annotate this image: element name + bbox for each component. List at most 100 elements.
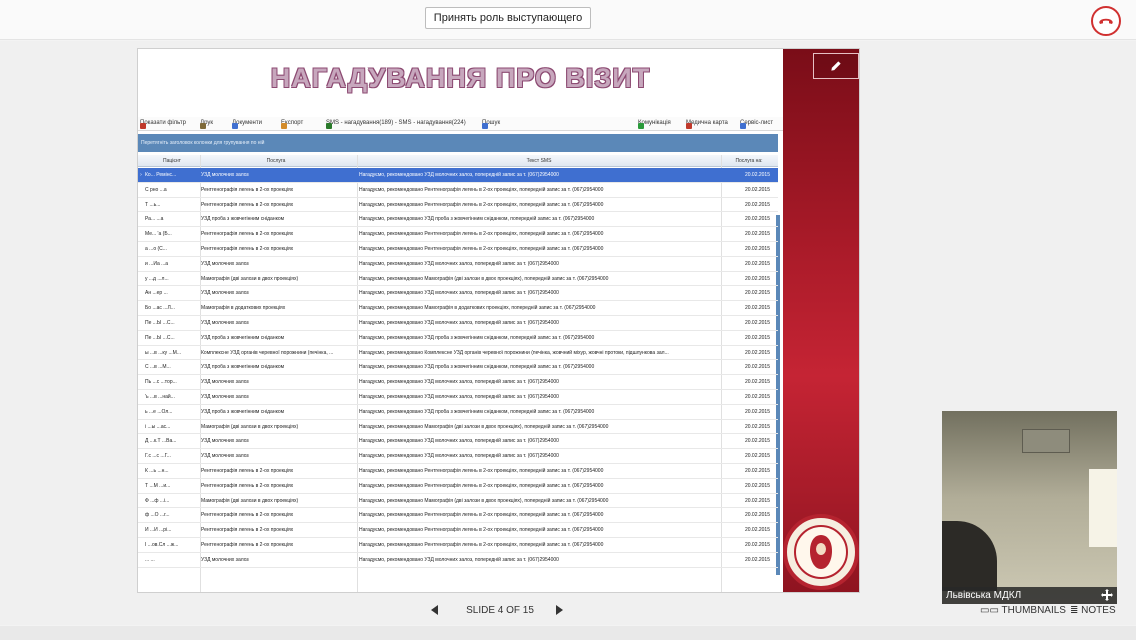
cell-sms-text: Нагадуємо, рекомендовано Рентгенографія … [359,542,604,548]
cell-service: Мамографія (дві залози в двох проекціях) [201,423,299,430]
cell-service: УЗД молочних залоз [201,260,249,267]
cell-sms-text: Нагадуємо, рекомендовано Рентгенографія … [359,246,604,252]
toolbar-item-export[interactable]: Експорт [281,120,303,129]
toolbar-item-printer[interactable]: Друк [200,120,213,129]
table-row[interactable]: И ...И ...рі... Рентгенографія легень в 2… [138,523,778,538]
toolbar-item-label: SMS - нагадування(189) - SMS - нагадуван… [326,120,466,126]
table-row[interactable]: І ...ов.Сл ...ж... Рентгенографія легень … [138,538,778,553]
cell-date: 20.02.2015 [744,527,770,534]
hang-up-button[interactable] [1091,6,1121,36]
cell-sms-text: Нагадуємо, рекомендовано УЗД молочних за… [359,260,559,267]
table-row[interactable]: Пь ...с ...тор... УЗД молочних залоз Нагад… [138,375,778,390]
next-slide-button[interactable] [553,604,565,616]
table-row[interactable]: Бо ...ас ...Л... Мамографія в додаткових … [138,301,778,316]
communication-icon [638,123,644,129]
notes-icon: ≣ [1070,605,1079,616]
table-row[interactable]: ь ...е ...Ол... УЗД проба з жовчегінним с… [138,405,778,420]
table-row[interactable]: Пе ...Ы ...С... УЗД молочних залоз Нагадує… [138,316,778,331]
table-row[interactable]: ... ... УЗД молочних залоз Нагадуємо, реко… [138,553,778,568]
cell-service: Рентгенографія легень в 2-ох проекціях [201,201,294,208]
table-row[interactable]: Г.с ...с ...Г... УЗД молочних залоз Нагаду… [138,449,778,464]
table-row[interactable]: Ф ...ф ...і... Мамографія (дві залози в д… [138,494,778,509]
phone-hangup-icon [1099,18,1113,24]
cell-service: УЗД молочних залоз [201,320,249,326]
filter-icon [140,123,146,129]
cell-sms-text: Нагадуємо, рекомендовано УЗД молочних за… [359,172,559,178]
cell-date: 20.02.2015 [744,260,770,267]
webcam-video-tile[interactable]: Львівська МДКЛ [942,411,1117,604]
cell-date: 20.02.2015 [744,482,770,489]
cell-service: УЗД молочних залоз [201,394,249,400]
cell-patient: Ко... Ремінс... [145,172,177,178]
table-row[interactable]: ы ...в ...ку ...М... Комплексне УЗД орган… [138,346,778,361]
cell-patient: ы ...в ...ку ...М... [145,349,181,356]
table-row[interactable]: Пе ...Ы ...С... УЗД проба з жовчегінним с… [138,331,778,346]
annotate-button[interactable] [813,53,859,79]
cell-patient: ф ...О ...г... [145,512,170,519]
table-row[interactable]: у ...д ...л... Мамографія (дві залози в д… [138,272,778,287]
cell-sms-text: Нагадуємо, рекомендовано УЗД молочних за… [359,394,559,400]
slide-counter: SLIDE 4 OF 15 [466,605,534,616]
cell-sms-text: Нагадуємо, рекомендовано УЗД молочних за… [359,438,559,445]
notes-label: NOTES [1081,605,1116,616]
table-row[interactable]: а ...о (С... Рентгенографія легень в 2-ох… [138,242,778,257]
table-row[interactable]: Ме... 'а (Б... Рентгенографія легень в 2-… [138,227,778,242]
pencil-icon [831,61,841,71]
clinic-logo-inner [794,525,848,579]
cell-date: 20.02.2015 [744,394,770,400]
table-row[interactable]: Д ...к.Т ...Ва... УЗД молочних залоз Нагад… [138,434,778,450]
table-row[interactable]: С ...в ...М... УЗД проба з жовчегінним сн… [138,360,778,376]
table-row[interactable]: і ...ы ...ас... Мамографія (дві залози в … [138,420,778,435]
cell-sms-text: Нагадуємо, рекомендовано Рентгенографія … [359,482,604,489]
chevron-left-icon [431,605,438,615]
table-row[interactable]: › Ко... Ремінс... УЗД молочних залоз Нагаду… [138,168,778,183]
cell-service: Мамографія (дві залози в двох проекціях) [201,497,299,504]
cell-sms-text: Нагадуємо, рекомендовано УЗД молочних за… [359,379,559,386]
cell-service: УЗД проба з жовчегінним сніданком [201,364,285,371]
toolbar-item-document[interactable]: Документи [232,120,262,129]
medical-card-icon [686,123,692,129]
cell-service: УЗД молочних залоз [201,556,249,563]
toolbar-item-sms[interactable]: SMS - нагадування(189) - SMS - нагадуван… [326,120,466,129]
cell-date: 20.02.2015 [744,438,770,445]
top-bar: Принять роль выступающего [0,0,1136,40]
cell-date: 20.02.2015 [744,453,770,460]
cell-patient: К ...ь ...н... [145,468,169,474]
table-row[interactable]: Ан ...ер ... УЗД молочних залоз Нагадуємо,… [138,286,778,302]
table-row[interactable]: Т ...ь... Рентгенографія легень в 2-ох пр… [138,198,778,213]
toolbar-item-search[interactable]: Пошук [482,120,500,129]
thumbnails-toggle[interactable]: ▭▭ THUMBNAILS [980,605,1066,616]
notes-toggle[interactable]: ≣ NOTES [1070,605,1116,616]
cell-service: Рентгенографія легень в 2-ох проекціях [201,231,294,238]
toolbar-item-medical-card[interactable]: Медична карта [686,120,728,129]
cell-date: 20.02.2015 [744,379,770,386]
previous-slide-button[interactable] [429,604,441,616]
table-row[interactable]: и ...Иа ...а УЗД молочних залоз Нагадуємо,… [138,257,778,272]
cell-date: 20.02.2015 [744,320,770,326]
table-row[interactable]: К ...ь ...н... Рентгенографія легень в 2-… [138,464,778,479]
table-row[interactable]: ф ...О ...г... Рентгенографія легень в 2-… [138,508,778,524]
cell-patient: Ан ...ер ... [145,290,168,297]
slide-title: НАГАДУВАННЯ ПРО ВІЗИТ [270,63,651,93]
cell-sms-text: Нагадуємо, рекомендовано Рентгенографія … [359,231,604,238]
cell-patient: Т ...ь... [145,201,161,208]
video-window-light [1089,469,1117,547]
column-header-date: Послуга на: [735,158,763,164]
table-row[interactable]: С рно ...а Рентгенографія легень в 2-ох п… [138,183,778,198]
window-footer [0,626,1136,640]
table-row[interactable]: 'ь ...в ...най... УЗД молочних залоз Нагад… [138,390,778,405]
cell-date: 20.02.2015 [744,290,770,297]
cell-service: Рентгенографія легень в 2-ох проекціях [201,246,294,252]
madonna-logo-icon [810,535,832,569]
table-row[interactable]: Т ...М ...и... Рентгенографія легень в 2-… [138,479,778,494]
cell-patient: Пе ...Ы ...С... [145,334,175,341]
cell-sms-text: Нагадуємо, рекомендовано Рентгенографія … [359,201,604,208]
export-icon [281,123,287,129]
take-presenter-role-button[interactable]: Принять роль выступающего [425,7,591,29]
toolbar-item-filter[interactable]: Показати фільтр [140,120,186,129]
cell-sms-text: Нагадуємо, рекомендовано Мамографія (дві… [359,497,609,504]
table-row[interactable]: Ра... ...а УЗД проба з жовчегінним снідан… [138,212,778,228]
cell-date: 20.02.2015 [744,468,770,474]
toolbar-item-service[interactable]: Сервіс-лист [740,120,773,129]
toolbar-item-communication[interactable]: Комунікація [638,120,671,129]
